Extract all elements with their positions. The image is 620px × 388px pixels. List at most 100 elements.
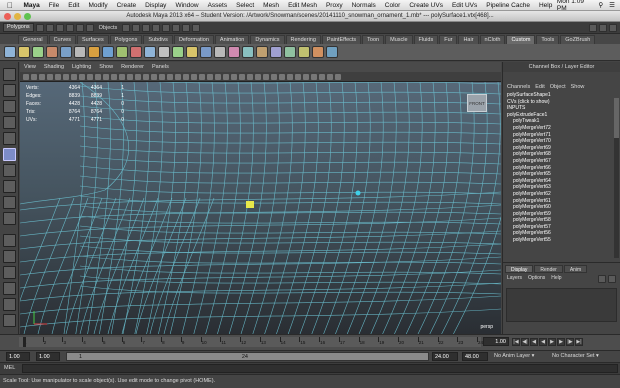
go-to-start-icon[interactable]: |◀ [512, 338, 520, 346]
app-menu[interactable]: Maya [19, 2, 44, 9]
manipulator-pivot[interactable] [355, 190, 361, 196]
new-scene-icon[interactable] [35, 23, 44, 32]
show-attribute-editor-icon[interactable] [589, 23, 597, 32]
channel-box-item[interactable]: polyMergeVert65 [507, 171, 620, 178]
step-back-key-icon[interactable]: ◀| [521, 338, 529, 346]
playback-start-field[interactable]: 1.00 [36, 352, 60, 361]
playback-end-field[interactable]: 24.00 [432, 352, 458, 361]
snap-grid-icon[interactable] [122, 23, 131, 32]
channel-box-item[interactable]: polyMergeVert59 [507, 211, 620, 218]
select-by-object-icon[interactable] [75, 23, 84, 32]
four-view-layout-icon[interactable] [3, 250, 16, 263]
layer-tab-render[interactable]: Render [534, 265, 563, 273]
shelf-tab-surfaces[interactable]: Surfaces [77, 34, 109, 44]
channel-box-item[interactable]: polyMergeVert64 [507, 178, 620, 185]
channel-box-item[interactable]: polyExtrudeFace1 [507, 112, 620, 119]
persp-outliner-layout-icon[interactable] [3, 266, 16, 279]
viewport-toolbar-icon[interactable] [127, 73, 133, 80]
viewport-toolbar-icon[interactable] [183, 73, 189, 80]
viewport-menu-lighting[interactable]: Lighting [72, 64, 91, 70]
viewport-toolbar-icon[interactable] [111, 73, 117, 80]
shelf-tool-icon[interactable] [158, 46, 170, 58]
channel-box-item[interactable]: polyMergeVert57 [507, 224, 620, 231]
layer-list[interactable] [506, 288, 617, 322]
shelf-tab-muscle[interactable]: Muscle [385, 34, 413, 44]
show-manipulator-icon[interactable] [3, 196, 16, 209]
viewport-toolbar-icon[interactable] [287, 73, 293, 80]
viewport-toolbar-icon[interactable] [143, 73, 149, 80]
channel-box-item[interactable]: polyMergeVert70 [507, 138, 620, 145]
channel-box-item[interactable]: CVs (click to show) [507, 99, 620, 106]
viewport-menu-view[interactable]: View [24, 64, 36, 70]
play-forward-icon[interactable]: ▶ [548, 338, 556, 346]
persp-hypershade-layout-icon[interactable] [3, 298, 16, 311]
snap-point-icon[interactable] [142, 23, 151, 32]
open-scene-icon[interactable] [45, 23, 54, 32]
scale-tool-icon[interactable] [3, 148, 16, 161]
shelf-tool-icon[interactable] [172, 46, 184, 58]
shelf-tool-icon[interactable] [102, 46, 114, 58]
channel-box-menu-object[interactable]: Object [550, 84, 566, 90]
shelf-tool-icon[interactable] [18, 46, 30, 58]
selected-vertex[interactable] [246, 201, 254, 208]
render-icon[interactable] [172, 23, 181, 32]
layer-tab-display[interactable]: Display [505, 265, 534, 273]
shelf-tab-gozbrush[interactable]: GoZBrush [560, 34, 596, 44]
viewport-toolbar-icon[interactable] [215, 73, 221, 80]
new-layer-selected-icon[interactable] [608, 275, 616, 283]
shelf-tab-fur[interactable]: Fur [439, 34, 458, 44]
shelf-tool-icon[interactable] [256, 46, 268, 58]
layer-menu-help[interactable]: Help [551, 275, 561, 283]
channel-box-item[interactable]: polyTweak1 [507, 118, 620, 125]
current-time-indicator[interactable] [23, 337, 26, 347]
ipr-render-icon[interactable] [182, 23, 191, 32]
viewport-toolbar-icon[interactable] [319, 73, 325, 80]
viewport-toolbar-icon[interactable] [335, 73, 341, 80]
shelf-tab-custom[interactable]: Custom [506, 34, 536, 44]
viewport-toolbar-icon[interactable] [167, 73, 173, 80]
channel-box-item[interactable]: polyMergeVert72 [507, 125, 620, 132]
menu-create[interactable]: Create [112, 2, 141, 9]
shelf-tool-icon[interactable] [200, 46, 212, 58]
channel-box-item[interactable]: polyMergeVert56 [507, 230, 620, 237]
menu-create-uvs[interactable]: Create UVs [405, 2, 448, 9]
menu-edit-uvs[interactable]: Edit UVs [447, 2, 481, 9]
menu-file[interactable]: File [44, 2, 63, 9]
viewport-toolbar-icon[interactable] [47, 73, 53, 80]
menu-list-icon[interactable]: ☰ [609, 1, 615, 9]
menu-edit-mesh[interactable]: Edit Mesh [284, 2, 322, 9]
shelf-tool-icon[interactable] [312, 46, 324, 58]
persp-graph-layout-icon[interactable] [3, 282, 16, 295]
viewport-menu-panels[interactable]: Panels [152, 64, 169, 70]
step-forward-key-icon[interactable]: |▶ [566, 338, 574, 346]
paint-select-tool-icon[interactable] [3, 100, 16, 113]
viewport-toolbar-icon[interactable] [327, 73, 333, 80]
step-forward-frame-icon[interactable]: ▶ [557, 338, 565, 346]
viewport-toolbar-icon[interactable] [87, 73, 93, 80]
viewport-toolbar-icon[interactable] [151, 73, 157, 80]
channel-box-item[interactable]: polyMergeVert55 [507, 237, 620, 244]
show-tool-settings-icon[interactable] [599, 23, 607, 32]
viewport-toolbar-icon[interactable] [247, 73, 253, 80]
viewport-toolbar-icon[interactable] [63, 73, 69, 80]
shelf-tab-rendering[interactable]: Rendering [285, 34, 321, 44]
layer-menu-layers[interactable]: Layers [507, 275, 522, 283]
shelf-tool-icon[interactable] [88, 46, 100, 58]
channel-box-menu-channels[interactable]: Channels [507, 84, 530, 90]
viewport-3d[interactable]: Verts: 4364 4364 1 Edges: 8839 8839 1 Faces: 4428… [20, 82, 501, 334]
shelf-tool-icon[interactable] [60, 46, 72, 58]
shelf-tab-subdivs[interactable]: Subdivs [143, 34, 173, 44]
shelf-tool-icon[interactable] [144, 46, 156, 58]
viewport-menu-shading[interactable]: Shading [44, 64, 64, 70]
channel-box-item[interactable]: polyMergeVert69 [507, 145, 620, 152]
layer-menu-options[interactable]: Options [528, 275, 545, 283]
command-input[interactable] [22, 364, 618, 373]
viewport-toolbar-icon[interactable] [263, 73, 269, 80]
shelf-tool-icon[interactable] [284, 46, 296, 58]
single-perspective-layout-icon[interactable] [3, 234, 16, 247]
shelf-tab-toon[interactable]: Toon [362, 34, 385, 44]
menu-normals[interactable]: Normals [347, 2, 380, 9]
menu-window[interactable]: Window [171, 2, 203, 9]
command-language-label[interactable]: MEL [4, 365, 15, 371]
shelf-tab-animation[interactable]: Animation [214, 34, 250, 44]
